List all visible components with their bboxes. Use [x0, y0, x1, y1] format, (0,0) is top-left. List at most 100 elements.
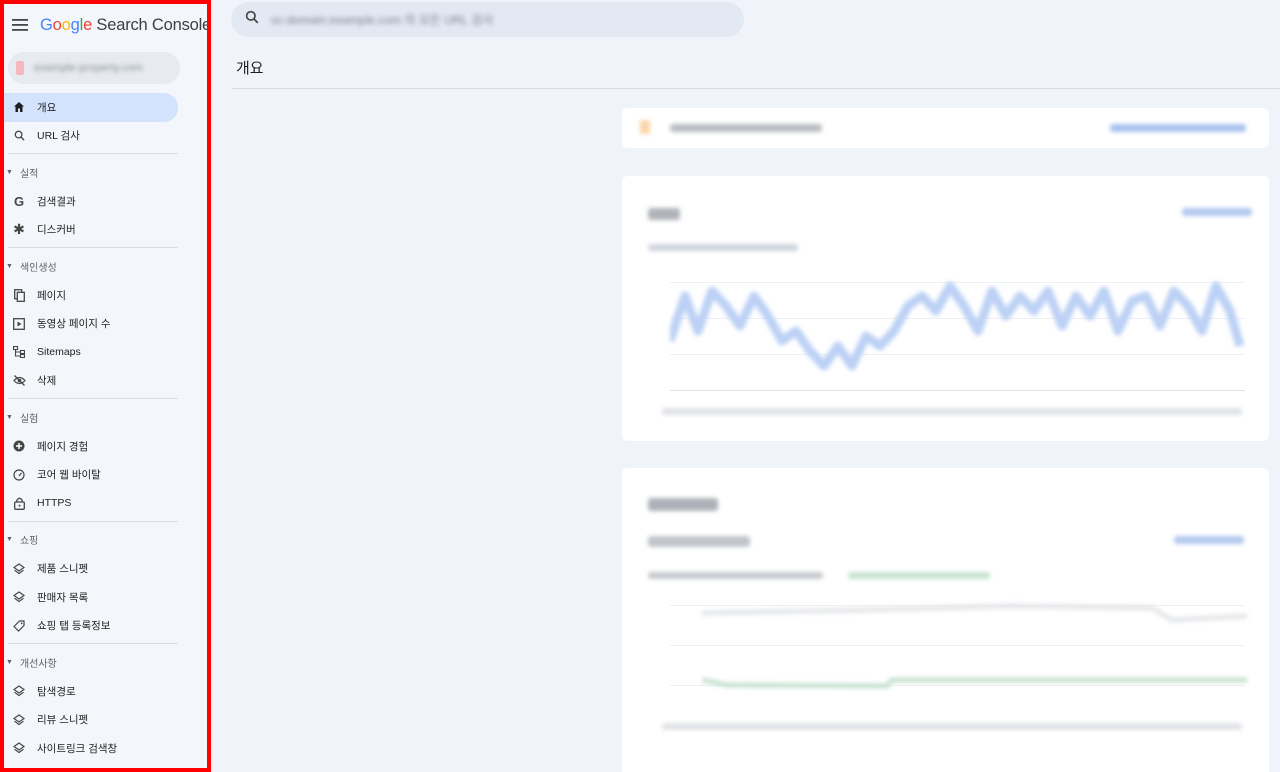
sidebar-item-label: 쇼핑 탭 등록정보	[37, 620, 111, 633]
property-label: example-property.com	[34, 62, 143, 74]
section-header-performance[interactable]: ▼ 실적	[4, 157, 207, 187]
google-g-icon: G	[13, 193, 25, 209]
sidebar-item-overview[interactable]: 개요	[4, 93, 178, 122]
asterisk-icon: ✱	[13, 221, 25, 238]
lock-icon	[12, 496, 26, 510]
sidebar-item-review-snippets[interactable]: 리뷰 스니펫	[4, 706, 178, 735]
sidebar-item-discover[interactable]: ✱ 디스커버	[4, 216, 178, 245]
sidebar-item-pages[interactable]: 페이지	[4, 281, 178, 310]
caret-down-icon: ▼	[6, 168, 13, 176]
section-title: 쇼핑	[19, 536, 39, 547]
indexing-card	[622, 468, 1269, 772]
search-icon	[245, 10, 259, 29]
sidebar-item-label: Sitemaps	[37, 346, 81, 359]
sidebar-divider	[8, 247, 178, 248]
sidebar-item-page-experience[interactable]: 페이지 경험	[4, 432, 178, 461]
url-inspection-search-bar[interactable]: sc-domain:example.com 의 모든 URL 검사	[231, 2, 744, 37]
chart-legend	[648, 244, 798, 251]
section-title: 개선사항	[19, 658, 57, 670]
eye-off-icon	[12, 374, 26, 388]
tag-icon	[12, 619, 26, 633]
sidebar-item-label: 검색결과	[37, 195, 76, 208]
section-title: 실적	[19, 168, 39, 180]
sidebar-item-search-results[interactable]: G 검색결과	[4, 187, 178, 216]
caret-down-icon: ▼	[6, 658, 13, 666]
plus-circle-icon	[12, 439, 26, 453]
page-title: 개요	[236, 60, 264, 77]
layers-icon	[12, 713, 26, 727]
product-logo[interactable]: Google Search Console	[40, 16, 207, 35]
sidebar-item-product-snippets[interactable]: 제품 스니펫	[4, 555, 178, 584]
sidebar-divider	[8, 153, 178, 154]
sidebar-item-label: 탐색경로	[37, 685, 76, 698]
sidebar-item-core-web-vitals[interactable]: 코어 웹 바이탈	[4, 461, 178, 490]
sidebar-item-label: 리뷰 스니펫	[37, 714, 89, 727]
sidebar-item-merchant-listings[interactable]: 판매자 목록	[4, 583, 178, 612]
section-header-enhancements[interactable]: ▼ 개선사항	[4, 647, 207, 677]
layers-icon	[12, 562, 26, 576]
notice-card	[622, 108, 1269, 148]
layers-icon	[12, 684, 26, 698]
sidebar-item-breadcrumbs[interactable]: 탐색경로	[4, 677, 178, 706]
section-title: 색인생성	[19, 262, 57, 274]
section-header-indexing[interactable]: ▼ 색인생성	[4, 251, 207, 281]
card-subtitle	[648, 536, 750, 547]
pages-icon	[12, 288, 26, 302]
video-page-icon	[12, 317, 26, 331]
full-report-link[interactable]	[1182, 208, 1252, 216]
search-icon	[12, 129, 26, 143]
section-header-experience[interactable]: ▼ 실험	[4, 402, 207, 432]
card-title	[648, 208, 680, 220]
search-console-app: Google Search Console example-property.c…	[0, 0, 1280, 772]
caret-down-icon: ▼	[6, 262, 13, 270]
layers-icon	[12, 741, 26, 755]
sidebar-item-label: 삭제	[37, 375, 57, 388]
chart-x-ticks	[662, 723, 1242, 730]
performance-line-chart	[670, 281, 1245, 371]
sidebar-item-label: 디스커버	[37, 224, 76, 237]
sidebar-item-label: 판매자 목록	[37, 591, 89, 604]
sidebar-item-label: 코어 웹 바이탈	[37, 469, 101, 482]
chart-x-ticks	[662, 408, 1242, 415]
sidebar-divider	[8, 398, 178, 399]
sidebar-item-label: 제품 스니펫	[37, 563, 89, 576]
property-favicon	[16, 61, 24, 75]
section-header-shopping[interactable]: ▼ 쇼핑	[4, 525, 207, 555]
notice-link[interactable]	[1110, 124, 1246, 132]
sidebar-item-shopping-tab-listings[interactable]: 쇼핑 탭 등록정보	[4, 612, 178, 641]
sidebar: Google Search Console example-property.c…	[0, 0, 211, 772]
sidebar-item-url-inspection[interactable]: URL 검사	[4, 122, 178, 151]
notice-icon	[640, 120, 650, 134]
home-icon	[12, 100, 26, 114]
performance-card	[622, 176, 1269, 441]
sidebar-item-label: 동영상 페이지 수	[37, 318, 111, 331]
gauge-icon	[12, 468, 26, 482]
search-input[interactable]: sc-domain:example.com 의 모든 URL 검사	[271, 11, 493, 28]
caret-down-icon: ▼	[6, 536, 13, 543]
sidebar-divider	[8, 520, 178, 522]
sidebar-item-label: 페이지	[37, 289, 66, 302]
chart-legend-item	[648, 572, 823, 579]
brand-header: Google Search Console	[10, 12, 207, 38]
page-title-divider	[232, 88, 1280, 89]
full-report-link[interactable]	[1174, 536, 1244, 544]
sidebar-item-sitelinks-searchbox[interactable]: 사이트링크 검색창	[4, 734, 178, 763]
sidebar-item-removals[interactable]: 삭제	[4, 367, 178, 396]
section-title: 실험	[19, 413, 39, 425]
sidebar-nav: 개요 URL 검사 ▼ 실적 G 검색결과 ✱ 디스커버 ▼ 색인생성 페이지 …	[4, 93, 207, 763]
sitemap-icon	[12, 345, 26, 359]
property-selector[interactable]: example-property.com	[8, 52, 180, 84]
hamburger-menu-icon[interactable]	[10, 15, 30, 35]
notice-text	[670, 124, 822, 132]
sidebar-item-label: 개요	[37, 101, 57, 114]
sidebar-item-video-pages[interactable]: 동영상 페이지 수	[4, 310, 178, 339]
sidebar-item-https[interactable]: HTTPS	[4, 489, 178, 518]
sidebar-divider	[8, 643, 178, 644]
chart-legend-item	[848, 572, 990, 579]
sidebar-item-label: 사이트링크 검색창	[37, 742, 118, 755]
caret-down-icon: ▼	[6, 413, 13, 421]
sidebar-item-label: 페이지 경험	[37, 440, 89, 453]
indexing-line-chart	[702, 603, 1247, 689]
card-title	[648, 498, 718, 511]
sidebar-item-sitemaps[interactable]: Sitemaps	[4, 338, 178, 367]
